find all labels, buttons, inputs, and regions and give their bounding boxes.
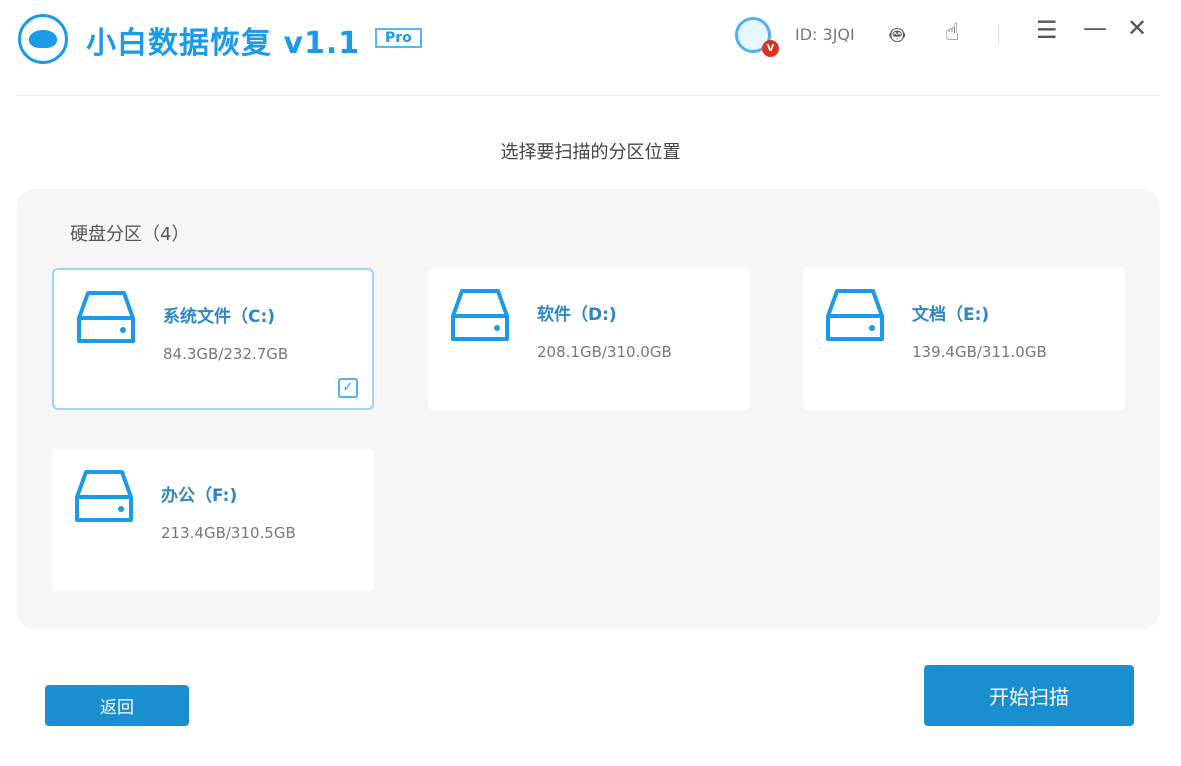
drive-card[interactable]: 办公（F:) 213.4GB/310.5GB bbox=[52, 449, 374, 591]
drive-name: 软件（D:) bbox=[537, 305, 617, 325]
hard-drive-icon bbox=[76, 290, 136, 344]
robot-icon[interactable]: 🤖︎ bbox=[890, 18, 904, 53]
header-divider bbox=[16, 95, 1160, 96]
drive-name: 文档（E:) bbox=[912, 305, 990, 325]
app-logo bbox=[18, 14, 68, 64]
app-title: 小白数据恢复 v1.1 bbox=[86, 26, 361, 61]
drive-size: 213.4GB/310.5GB bbox=[161, 524, 296, 542]
vip-badge: V bbox=[762, 40, 779, 57]
user-id: ID: 3JQI bbox=[795, 25, 855, 44]
drive-card[interactable]: 文档（E:) 139.4GB/311.0GB bbox=[803, 268, 1125, 410]
drive-card[interactable]: 系统文件（C:) 84.3GB/232.7GB ✓ bbox=[52, 268, 374, 410]
drive-card[interactable]: 软件（D:) 208.1GB/310.0GB bbox=[428, 268, 750, 410]
minimize-icon[interactable]: — bbox=[1083, 14, 1107, 42]
hard-drive-icon bbox=[450, 288, 510, 342]
hand-tap-icon[interactable]: ☝︎ bbox=[945, 18, 960, 46]
start-scan-button[interactable]: 开始扫描 bbox=[924, 665, 1134, 726]
pro-badge: Pro bbox=[375, 28, 422, 48]
drive-size: 139.4GB/311.0GB bbox=[912, 343, 1047, 361]
menu-icon[interactable]: ☰ bbox=[1036, 16, 1058, 44]
drive-name: 办公（F:) bbox=[161, 486, 238, 506]
divider bbox=[998, 24, 999, 44]
hard-drive-icon bbox=[825, 288, 885, 342]
hard-drive-icon bbox=[74, 469, 134, 523]
drive-size: 208.1GB/310.0GB bbox=[537, 343, 672, 361]
group-label: 硬盘分区（4） bbox=[70, 224, 190, 245]
drive-name: 系统文件（C:) bbox=[163, 307, 276, 327]
close-icon[interactable]: ✕ bbox=[1127, 14, 1147, 42]
checkbox-checked-icon[interactable]: ✓ bbox=[338, 378, 358, 398]
drive-size: 84.3GB/232.7GB bbox=[163, 345, 289, 363]
page-subtitle: 选择要扫描的分区位置 bbox=[500, 142, 681, 163]
back-button[interactable]: 返回 bbox=[45, 685, 189, 726]
